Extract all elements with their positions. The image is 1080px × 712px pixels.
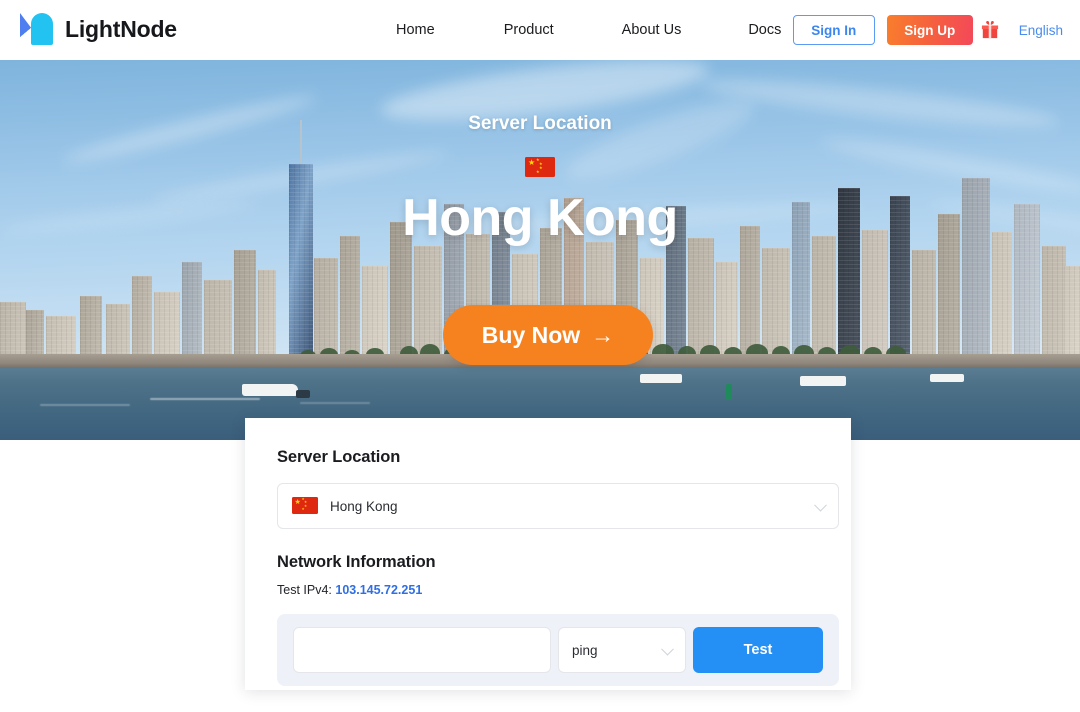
buy-now-label: Buy Now bbox=[481, 321, 581, 348]
top-navigation-bar: LightNode Home Product About Us Docs Sig… bbox=[0, 0, 1080, 60]
arrow-right-icon: → bbox=[591, 321, 615, 348]
brand-name: LightNode bbox=[65, 15, 177, 42]
chevron-down-icon bbox=[814, 498, 827, 512]
test-ipv4-value[interactable]: 103.145.72.251 bbox=[335, 583, 422, 597]
nav-actions: Sign In Sign Up English bbox=[792, 0, 1063, 60]
sign-in-button[interactable]: Sign In bbox=[792, 15, 875, 45]
test-ipv4-label: Test IPv4: bbox=[277, 583, 332, 597]
server-location-value: Hong Kong bbox=[330, 498, 398, 514]
chevron-down-icon bbox=[661, 642, 674, 656]
server-location-heading: Server Location bbox=[277, 448, 401, 466]
primary-nav: Home Product About Us Docs bbox=[386, 0, 791, 60]
hero-kicker: Server Location bbox=[468, 113, 612, 134]
hero-content: Server Location ★ ★ ★ ★ ★ Hong Kong Buy … bbox=[0, 60, 1080, 440]
server-info-card: Server Location ★ ★ ★ ★ ★ Hong Kong Netw… bbox=[245, 418, 851, 690]
sign-up-button[interactable]: Sign Up bbox=[886, 15, 973, 45]
test-ipv4-row: Test IPv4: 103.145.72.251 bbox=[277, 583, 819, 597]
hero-banner: Server Location ★ ★ ★ ★ ★ Hong Kong Buy … bbox=[0, 60, 1080, 440]
nav-item-docs[interactable]: Docs bbox=[738, 22, 791, 38]
network-test-panel: ping Test bbox=[277, 614, 839, 686]
china-flag-icon: ★ ★ ★ ★ ★ bbox=[0, 152, 1080, 179]
buy-now-button[interactable]: Buy Now → bbox=[443, 305, 653, 365]
gift-icon[interactable] bbox=[981, 20, 999, 40]
language-selector[interactable]: English bbox=[1019, 23, 1063, 38]
nav-item-home[interactable]: Home bbox=[386, 22, 445, 38]
nav-item-product[interactable]: Product bbox=[494, 22, 564, 38]
hero-title: Hong Kong bbox=[402, 189, 678, 247]
brand-logo[interactable]: LightNode bbox=[18, 11, 177, 47]
run-test-button[interactable]: Test bbox=[693, 627, 823, 673]
server-location-select[interactable]: ★ ★ ★ ★ ★ Hong Kong bbox=[277, 483, 839, 529]
lightnode-logo-icon bbox=[18, 11, 54, 47]
test-method-select[interactable]: ping bbox=[558, 627, 686, 673]
test-target-input[interactable] bbox=[293, 627, 551, 673]
nav-item-about-us[interactable]: About Us bbox=[612, 22, 692, 38]
network-information-heading: Network Information bbox=[277, 553, 436, 571]
china-flag-icon: ★ ★ ★ ★ ★ bbox=[292, 497, 318, 515]
test-method-value: ping bbox=[572, 642, 598, 658]
